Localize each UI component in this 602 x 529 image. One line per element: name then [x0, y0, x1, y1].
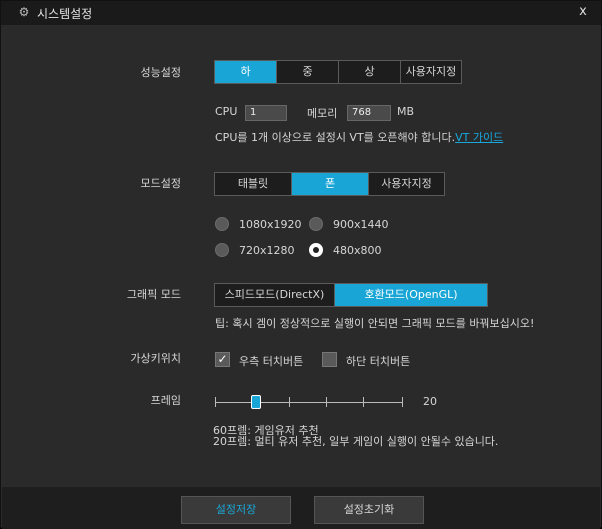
frame-tick [215, 397, 216, 407]
memory-unit: MB [397, 105, 415, 118]
performance-option-medium[interactable]: 중 [277, 61, 339, 83]
vt-notice: CPU를 1개 이상으로 설정시 VT를 오픈해야 합니다.VT 가이드 [215, 129, 503, 145]
performance-label: 성능설정 [140, 66, 181, 79]
mode-label: 모드설정 [140, 177, 181, 190]
resolution-label-480: 480x800 [333, 244, 382, 257]
mode-option-custom[interactable]: 사용자지정 [369, 173, 444, 195]
graphics-option-directx[interactable]: 스피드모드(DirectX) [215, 284, 335, 306]
mode-segmented: 태블릿 폰 사용자지정 [214, 172, 445, 196]
frame-tick [363, 397, 364, 407]
gear-icon: ⚙ [18, 5, 30, 19]
vt-guide-link[interactable]: VT 가이드 [455, 131, 503, 144]
resolution-label-1080: 1080x1920 [239, 218, 302, 231]
vt-notice-text: CPU를 1개 이상으로 설정시 VT를 오픈해야 합니다. [215, 131, 456, 144]
memory-label: 메모리 [307, 107, 338, 120]
check-icon: ✓ [217, 352, 228, 366]
frame-tick [326, 397, 327, 407]
resolution-label-900: 900x1440 [333, 218, 389, 231]
frame-tick [402, 397, 403, 407]
memory-field[interactable]: 768 [347, 105, 391, 121]
performance-option-custom[interactable]: 사용자지정 [401, 61, 461, 83]
mode-option-phone[interactable]: 폰 [292, 173, 369, 195]
graphics-label: 그래픽 모드 [126, 288, 181, 301]
frame-slider-track[interactable] [215, 402, 403, 403]
bottom-touch-label: 하단 터치버튼 [346, 355, 411, 368]
bottom-touch-checkbox[interactable] [322, 352, 337, 367]
frame-tick [289, 397, 290, 407]
save-settings-button[interactable]: 설정저장 [181, 496, 291, 524]
frame-value: 20 [423, 395, 437, 408]
cpu-field[interactable]: 1 [245, 105, 287, 121]
performance-option-high[interactable]: 상 [339, 61, 401, 83]
frame-slider-thumb[interactable] [251, 395, 261, 409]
performance-segmented: 하 중 상 사용자지정 [214, 60, 462, 84]
mode-option-tablet[interactable]: 태블릿 [215, 173, 292, 195]
graphics-tip: 팁: 혹시 겜이 정상적으로 실행이 안되면 그래픽 모드를 바꿔보십시오! [215, 317, 535, 330]
resolution-radio-900[interactable] [309, 217, 323, 231]
virtual-keys-label: 가상키위치 [130, 352, 181, 365]
settings-window: ⚙ 시스템설정 x 성능설정 하 중 상 사용자지정 CPU 1 메모리 768… [0, 0, 602, 529]
right-touch-checkbox[interactable]: ✓ [215, 352, 230, 367]
footer-bar [2, 487, 600, 529]
window-title: 시스템설정 [37, 7, 93, 21]
frame-note-20: 20프렘: 멀티 유저 추천, 일부 게임이 실행이 안될수 있습니다. [213, 435, 499, 448]
performance-option-low[interactable]: 하 [215, 61, 277, 83]
frame-label: 프레임 [150, 394, 181, 407]
right-touch-label: 우측 터치버튼 [239, 355, 304, 368]
resolution-label-720: 720x1280 [239, 244, 295, 257]
cpu-label: CPU [215, 105, 238, 118]
resolution-radio-1080[interactable] [215, 217, 229, 231]
close-button[interactable]: x [575, 4, 591, 20]
resolution-radio-720[interactable] [215, 243, 229, 257]
resolution-radio-480[interactable] [309, 243, 323, 257]
graphics-segmented: 스피드모드(DirectX) 호환모드(OpenGL) [214, 283, 488, 307]
title-bar: ⚙ 시스템설정 x [1, 1, 601, 25]
reset-settings-button[interactable]: 설정초기화 [314, 496, 424, 524]
graphics-option-opengl[interactable]: 호환모드(OpenGL) [335, 284, 487, 306]
